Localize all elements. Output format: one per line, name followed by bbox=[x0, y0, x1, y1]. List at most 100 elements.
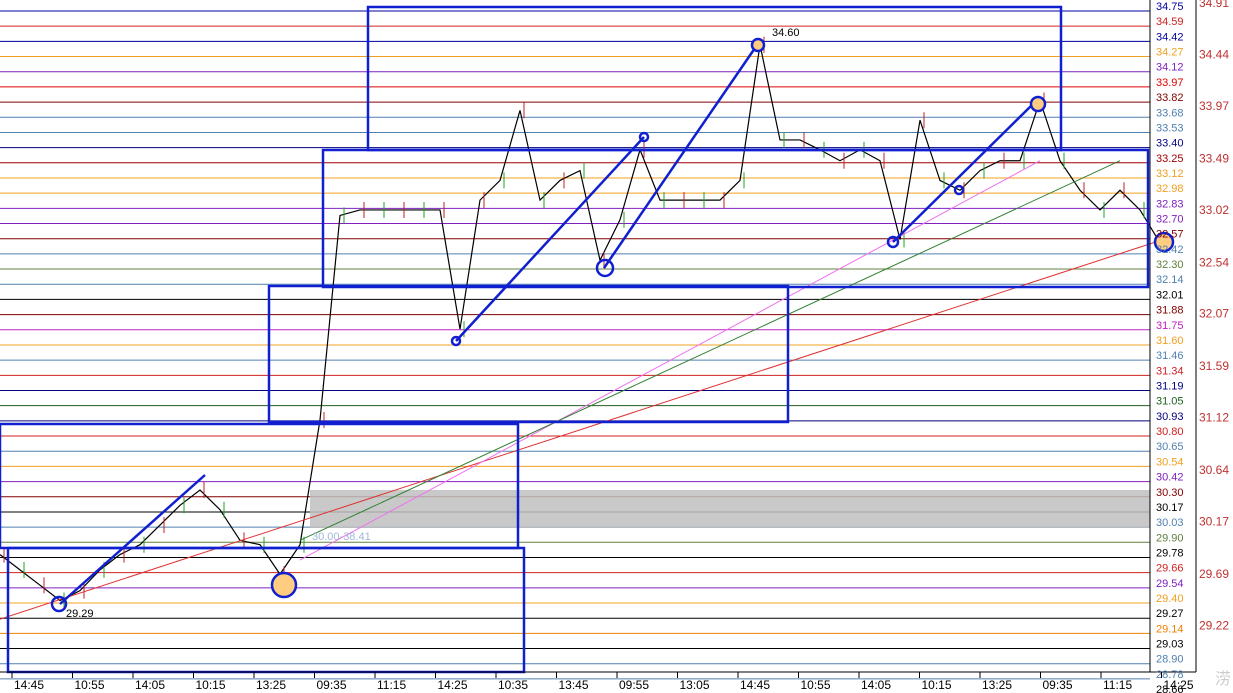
box-drawing[interactable] bbox=[366, 5, 1063, 152]
level-label: 30.93 bbox=[1156, 411, 1184, 423]
level-label: 32.14 bbox=[1156, 274, 1184, 286]
level-label: 29.03 bbox=[1156, 639, 1184, 651]
y-tick-label: 30.64 bbox=[1199, 463, 1229, 477]
y-tick-label: 29.69 bbox=[1199, 567, 1229, 581]
chart-svg: 34.60 29.29 30.00-38.41 34.7534.5934.423… bbox=[0, 0, 1229, 693]
gray-band bbox=[310, 490, 1150, 528]
level-label: 30.42 bbox=[1156, 472, 1184, 484]
level-label: 34.12 bbox=[1156, 62, 1184, 74]
stock-chart: 34.60 29.29 30.00-38.41 34.75 34.59 34.42 3… bbox=[0, 0, 1233, 693]
level-label: 28.90 bbox=[1156, 654, 1184, 666]
x-tick-label: 10:55 bbox=[801, 678, 831, 692]
box-drawing[interactable] bbox=[321, 148, 1150, 289]
level-label: 30.54 bbox=[1156, 456, 1184, 468]
level-label: 29.54 bbox=[1156, 578, 1184, 590]
watermark: 涝 bbox=[1214, 671, 1231, 688]
level-label: 30.80 bbox=[1156, 426, 1184, 438]
level-label: 31.60 bbox=[1156, 335, 1184, 347]
y-tick-label: 32.54 bbox=[1199, 255, 1229, 269]
marker-circle bbox=[270, 571, 298, 599]
level-label: 32.98 bbox=[1156, 183, 1184, 195]
x-axis-labels: 14:45 10:55 14:05 10:15 13:25 09:35 11:15 14:25… bbox=[11, 672, 1194, 692]
level-label: 31.34 bbox=[1156, 365, 1184, 377]
level-label: 34.27 bbox=[1156, 47, 1184, 59]
y-axis-labels: 34.75 34.59 34.42 34.27 34.12 33.97 33.82 33.68… bbox=[1156, 0, 1229, 693]
level-label: 33.68 bbox=[1156, 107, 1184, 119]
moving-average-line bbox=[299, 160, 1121, 541]
high-label: 34.60 bbox=[772, 27, 800, 39]
x-tick-label: 14:45 bbox=[14, 678, 44, 692]
y-tick-label: 30.17 bbox=[1199, 515, 1229, 529]
level-label: 31.19 bbox=[1156, 381, 1184, 393]
level-label: 32.30 bbox=[1156, 259, 1184, 271]
x-tick-label: 14:45 bbox=[740, 678, 770, 692]
x-tick-label: 10:35 bbox=[498, 678, 528, 692]
level-label: 29.78 bbox=[1156, 547, 1184, 559]
x-tick-label: 10:15 bbox=[196, 678, 226, 692]
level-label: 34.42 bbox=[1156, 31, 1184, 43]
y-tick-label: 31.59 bbox=[1199, 359, 1229, 373]
level-lines bbox=[0, 10, 1150, 680]
level-label: 31.88 bbox=[1156, 305, 1184, 317]
x-tick-label: 09:35 bbox=[1043, 678, 1073, 692]
level-label: 29.66 bbox=[1156, 563, 1184, 575]
level-label: 33.25 bbox=[1156, 153, 1184, 165]
level-label: 30.03 bbox=[1156, 517, 1184, 529]
level-label: 29.90 bbox=[1156, 532, 1184, 544]
low-label: 29.29 bbox=[66, 608, 94, 620]
x-tick-label: 10:15 bbox=[922, 678, 952, 692]
marker-circle bbox=[1029, 95, 1047, 113]
y-tick-label: 34.91 bbox=[1199, 0, 1229, 10]
x-tick-label: 14:05 bbox=[135, 678, 165, 692]
level-label: 33.40 bbox=[1156, 138, 1184, 150]
trend-arrow[interactable] bbox=[892, 103, 1034, 243]
level-label: 32.42 bbox=[1156, 244, 1184, 256]
y-tick-label: 33.02 bbox=[1199, 203, 1229, 217]
level-label: 33.53 bbox=[1156, 122, 1184, 134]
level-label: 33.82 bbox=[1156, 92, 1184, 104]
box-drawing[interactable] bbox=[0, 422, 520, 550]
y-tick-label: 32.07 bbox=[1199, 307, 1229, 321]
level-label: 34.75 bbox=[1156, 1, 1184, 13]
trend-arrow[interactable] bbox=[602, 47, 757, 269]
level-label: 31.05 bbox=[1156, 396, 1184, 408]
level-label: 32.83 bbox=[1156, 198, 1184, 210]
x-tick-label: 13:45 bbox=[559, 678, 589, 692]
y-tick-label: 34.44 bbox=[1199, 47, 1229, 61]
x-tick-label: 11:15 bbox=[377, 678, 406, 692]
box-drawing[interactable] bbox=[267, 284, 790, 424]
x-tick-label: 10:55 bbox=[75, 678, 105, 692]
marker-circle bbox=[750, 37, 766, 53]
x-tick-label: 13:25 bbox=[256, 678, 286, 692]
level-label: 29.27 bbox=[1156, 608, 1184, 620]
x-tick-label: 09:35 bbox=[317, 678, 347, 692]
x-tick-label: 13:25 bbox=[982, 678, 1012, 692]
level-label: 32.70 bbox=[1156, 214, 1184, 226]
level-label: 31.75 bbox=[1156, 320, 1184, 332]
price-series bbox=[0, 36, 1165, 620]
moving-average-line bbox=[0, 240, 1161, 620]
y-tick-label: 29.22 bbox=[1199, 618, 1229, 632]
x-tick-label: 14:05 bbox=[861, 678, 891, 692]
level-label: 32.01 bbox=[1156, 289, 1184, 301]
level-label: 32.57 bbox=[1156, 229, 1184, 241]
level-label: 29.14 bbox=[1156, 623, 1184, 635]
level-label: 30.65 bbox=[1156, 441, 1184, 453]
range-label: 30.00-38.41 bbox=[312, 531, 371, 543]
level-label: 29.40 bbox=[1156, 593, 1184, 605]
y-tick-label: 33.49 bbox=[1199, 151, 1229, 165]
level-label: 33.12 bbox=[1156, 168, 1184, 180]
x-tick-label: 14:25 bbox=[1164, 678, 1194, 692]
trend-arrow[interactable] bbox=[59, 474, 206, 605]
level-label: 33.97 bbox=[1156, 77, 1184, 89]
x-tick-label: 09:55 bbox=[619, 678, 649, 692]
x-tick-label: 14:25 bbox=[438, 678, 468, 692]
x-tick-label: 13:05 bbox=[680, 678, 710, 692]
level-label: 30.17 bbox=[1156, 502, 1184, 514]
y-tick-label: 31.12 bbox=[1199, 411, 1229, 425]
level-label: 31.46 bbox=[1156, 350, 1184, 362]
x-tick-label: 11:15 bbox=[1103, 678, 1132, 692]
y-tick-label: 33.97 bbox=[1199, 99, 1229, 113]
level-label: 34.59 bbox=[1156, 16, 1184, 28]
level-label: 30.30 bbox=[1156, 487, 1184, 499]
